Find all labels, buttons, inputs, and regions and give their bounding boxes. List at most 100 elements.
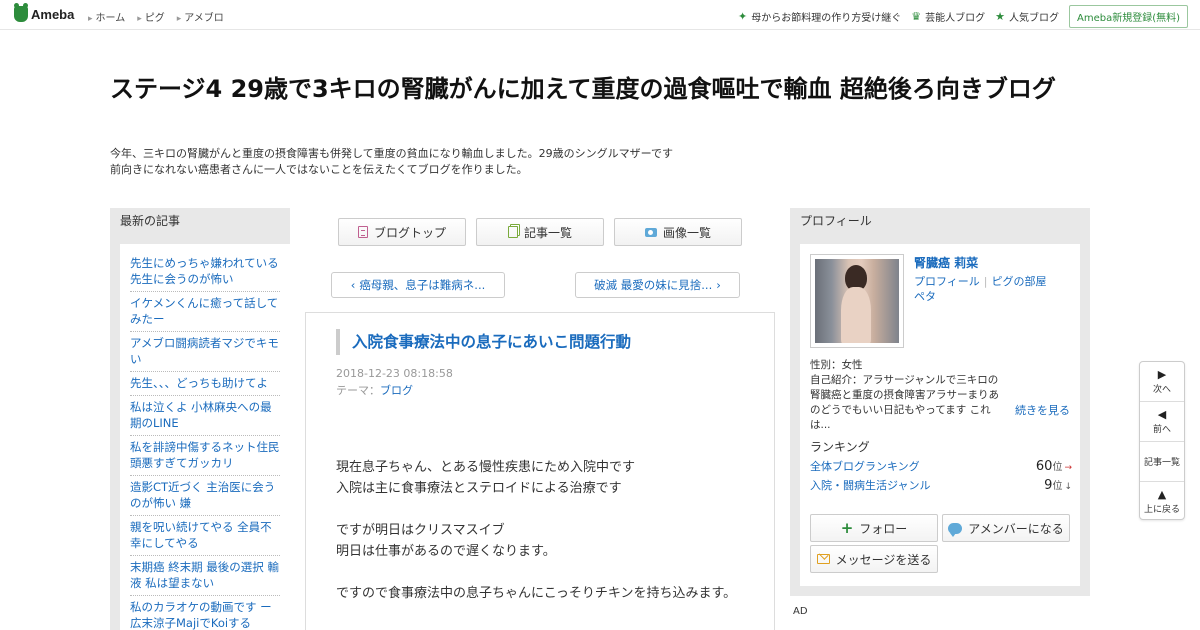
register-button[interactable]: Ameba新規登録(無料) bbox=[1068, 5, 1188, 28]
ad-label: AD bbox=[793, 606, 808, 617]
topic-link-label: 母からお節料理の作り方受け継ぐ bbox=[751, 13, 902, 24]
nav-ameblo[interactable]: アメブロ bbox=[177, 9, 224, 24]
ranking-unit: 位 bbox=[1052, 462, 1063, 473]
article-theme-link[interactable]: ブログ bbox=[380, 384, 413, 397]
profile-info: 性別：女性 自己紹介：アラサージャンルで三キロの腎臓癌と重度の摂食障害アラサーま… bbox=[810, 358, 1072, 433]
article-line: ですので食事療法中の息子ちゃんにこっそりチキンを持ち込みます。 bbox=[336, 586, 737, 601]
logo-text: Ameba bbox=[31, 6, 75, 22]
triangle-right-icon: ▶ bbox=[1157, 367, 1167, 381]
chat-bubble-icon bbox=[948, 522, 963, 537]
article-paragraph: ですので食事療法中の息子ちゃんにこっそりチキンを持ち込みます。 bbox=[336, 583, 756, 604]
profile-link[interactable]: プロフィール bbox=[914, 275, 980, 288]
send-message-button[interactable]: メッセージを送る bbox=[810, 545, 938, 573]
trend-down-icon: ↓ bbox=[1064, 482, 1072, 492]
latest-article-item[interactable]: 私は泣くよ 小林麻央への最期のLINE bbox=[130, 396, 280, 436]
next-article-label: 破滅 最愛の妹に見捨... bbox=[594, 278, 713, 292]
ranking-value: 9位 ↓ bbox=[1044, 477, 1072, 493]
article-line: 入院は主に食事療法とステロイドによる治療です bbox=[336, 481, 622, 496]
top-nav: ホーム ピグ アメブロ bbox=[88, 9, 224, 24]
profile-gender: 性別：女性 bbox=[810, 359, 863, 371]
document-icon bbox=[357, 226, 368, 238]
article-line: ですが明日はクリスマスイブ bbox=[336, 523, 505, 538]
profile-card: 腎臓癌 莉菜 プロフィール | ピグの部屋 ペタ 性別：女性 自己紹介：アラサージャ… bbox=[800, 244, 1080, 586]
avatar[interactable] bbox=[810, 254, 904, 348]
article-line: 明日は仕事があるので遅くなります。 bbox=[336, 544, 556, 559]
blog-top-label: ブログトップ bbox=[373, 225, 446, 240]
latest-article-item[interactable]: 造影CT近づく 主治医に会うのが怖い 嫌 bbox=[130, 476, 280, 516]
amember-label: アメンバーになる bbox=[968, 521, 1064, 536]
celebrity-blog-link[interactable]: ♛ 芸能人ブログ bbox=[911, 9, 985, 24]
follow-button[interactable]: + フォロー bbox=[810, 514, 938, 542]
article-line: 現在息子ちゃん、とある慢性疾患にため入院中です bbox=[336, 460, 636, 475]
prev-label: 前へ bbox=[1152, 424, 1171, 435]
latest-articles-list: 先生にめっちゃ嫌われている 先生に会うのが怖い イケメンくんに癒って話してみたー… bbox=[120, 244, 290, 630]
next-article-link[interactable]: 破滅 最愛の妹に見捨... › bbox=[575, 272, 740, 298]
profile-intro: 自己紹介：アラサージャンルで三キロの腎臓癌と重度の摂食障害アラサーまりあのどうで… bbox=[810, 374, 999, 431]
ranking-label[interactable]: 入院・闘病生活ジャンル bbox=[810, 477, 930, 493]
ranking-row: 入院・闘病生活ジャンル 9位 ↓ bbox=[810, 477, 1072, 493]
pigg-room-link[interactable]: ピグの部屋 bbox=[992, 275, 1047, 288]
chevron-left-icon: ‹ bbox=[350, 278, 356, 292]
ranking-label[interactable]: 全体ブログランキング bbox=[810, 458, 920, 474]
crown-icon: ♛ bbox=[911, 10, 922, 23]
popular-blog-label: 人気ブログ bbox=[1008, 13, 1059, 24]
latest-article-item[interactable]: 親を呪い続けてやる 全員不幸にしてやる bbox=[130, 516, 280, 556]
avatar-image bbox=[815, 259, 899, 343]
star-icon: ★ bbox=[995, 10, 1005, 23]
article-date: 2018-12-23 08:18:58 bbox=[336, 367, 453, 380]
topic-link[interactable]: ✦ 母からお節料理の作り方受け継ぐ bbox=[738, 9, 901, 24]
ranking-number: 60 bbox=[1035, 459, 1053, 474]
article-list-button[interactable]: 記事一覧 bbox=[476, 218, 604, 246]
prev-article-link[interactable]: ‹ 癌母親、息子は難病ネ... bbox=[331, 272, 505, 298]
profile-links: プロフィール | ピグの部屋 ペタ bbox=[914, 274, 1074, 304]
back-to-top-label: 上に戻る bbox=[1143, 505, 1180, 515]
latest-article-item[interactable]: 私を誹謗中傷するネット住民頭悪すぎてガッカリ bbox=[130, 436, 280, 476]
sparkle-icon: ✦ bbox=[738, 10, 748, 23]
follow-label: フォロー bbox=[859, 521, 908, 536]
article-paragraph: ですが明日はクリスマスイブ 明日は仕事があるので遅くなります。 bbox=[336, 520, 756, 562]
article: 入院食事療法中の息子にあいこ問題行動 2018-12-23 08:18:58 テ… bbox=[305, 312, 775, 630]
latest-article-item[interactable]: アメブロ闘病読者マジでキモい bbox=[130, 332, 280, 372]
triangle-left-icon: ◀ bbox=[1157, 407, 1167, 421]
article-body: 現在息子ちゃん、とある慢性疾患にため入院中です 入院は主に食事療法とステロイドに… bbox=[336, 457, 756, 625]
floating-nav: ▶ 次へ ◀ 前へ 記事一覧 ▲ 上に戻る bbox=[1139, 361, 1185, 520]
popular-blog-link[interactable]: ★ 人気ブログ bbox=[995, 9, 1059, 24]
plus-icon: + bbox=[840, 519, 854, 537]
back-to-top-button[interactable]: ▲ 上に戻る bbox=[1140, 482, 1184, 522]
peta-link[interactable]: ペタ bbox=[914, 290, 936, 303]
latest-article-item[interactable]: イケメンくんに癒って話してみたー bbox=[130, 292, 280, 332]
next-label: 次へ bbox=[1152, 384, 1171, 395]
article-list-float-button[interactable]: 記事一覧 bbox=[1140, 442, 1184, 482]
article-list-float-label: 記事一覧 bbox=[1143, 458, 1180, 468]
article-theme: テーマ：ブログ bbox=[336, 382, 413, 398]
blog-top-button[interactable]: ブログトップ bbox=[338, 218, 466, 246]
amember-button[interactable]: アメンバーになる bbox=[942, 514, 1070, 542]
ameba-logo[interactable]: Ameba bbox=[14, 3, 75, 22]
documents-icon bbox=[507, 226, 518, 238]
trend-right-icon: → bbox=[1064, 463, 1072, 473]
separator: | bbox=[983, 275, 988, 288]
profile-box: プロフィール 腎臓癌 莉菜 プロフィール | ピグの部屋 ペタ 性別：女性 自己紹介… bbox=[790, 208, 1090, 596]
nav-home[interactable]: ホーム bbox=[88, 9, 126, 24]
read-more-link[interactable]: 続きを見る bbox=[1015, 402, 1070, 418]
latest-article-item[interactable]: 先生、、、どっちも助けてよ bbox=[130, 372, 280, 396]
latest-article-item[interactable]: 私のカラオケの動画です ー広末涼子MajiでKoiする bbox=[130, 596, 280, 630]
send-message-label: メッセージを送る bbox=[835, 552, 932, 567]
next-button[interactable]: ▶ 次へ bbox=[1140, 362, 1184, 402]
ranking-unit: 位 bbox=[1052, 481, 1063, 492]
latest-articles-heading: 最新の記事 bbox=[120, 214, 181, 228]
blog-title[interactable]: ステージ4 29歳で3キロの腎臓がんに加えて重度の過食嘔吐で輸血 超絶後ろ向きブ… bbox=[110, 72, 1090, 106]
article-list-label: 記事一覧 bbox=[523, 225, 572, 240]
latest-article-item[interactable]: 先生にめっちゃ嫌われている 先生に会うのが怖い bbox=[130, 252, 280, 292]
camera-icon bbox=[644, 227, 657, 237]
image-list-label: 画像一覧 bbox=[662, 225, 711, 240]
chevron-right-icon: › bbox=[716, 278, 721, 292]
profile-name[interactable]: 腎臓癌 莉菜 bbox=[914, 254, 978, 271]
latest-articles-box: 最新の記事 先生にめっちゃ嫌われている 先生に会うのが怖い イケメンくんに癒って… bbox=[110, 208, 290, 630]
image-list-button[interactable]: 画像一覧 bbox=[614, 218, 742, 246]
prev-article-label: 癌母親、息子は難病ネ... bbox=[359, 278, 486, 292]
prev-button[interactable]: ◀ 前へ bbox=[1140, 402, 1184, 442]
latest-article-item[interactable]: 末期癌 終末期 最後の選択 輸液 私は望まない bbox=[130, 556, 280, 596]
article-title[interactable]: 入院食事療法中の息子にあいこ問題行動 bbox=[336, 329, 756, 355]
nav-pigg[interactable]: ピグ bbox=[137, 9, 165, 24]
